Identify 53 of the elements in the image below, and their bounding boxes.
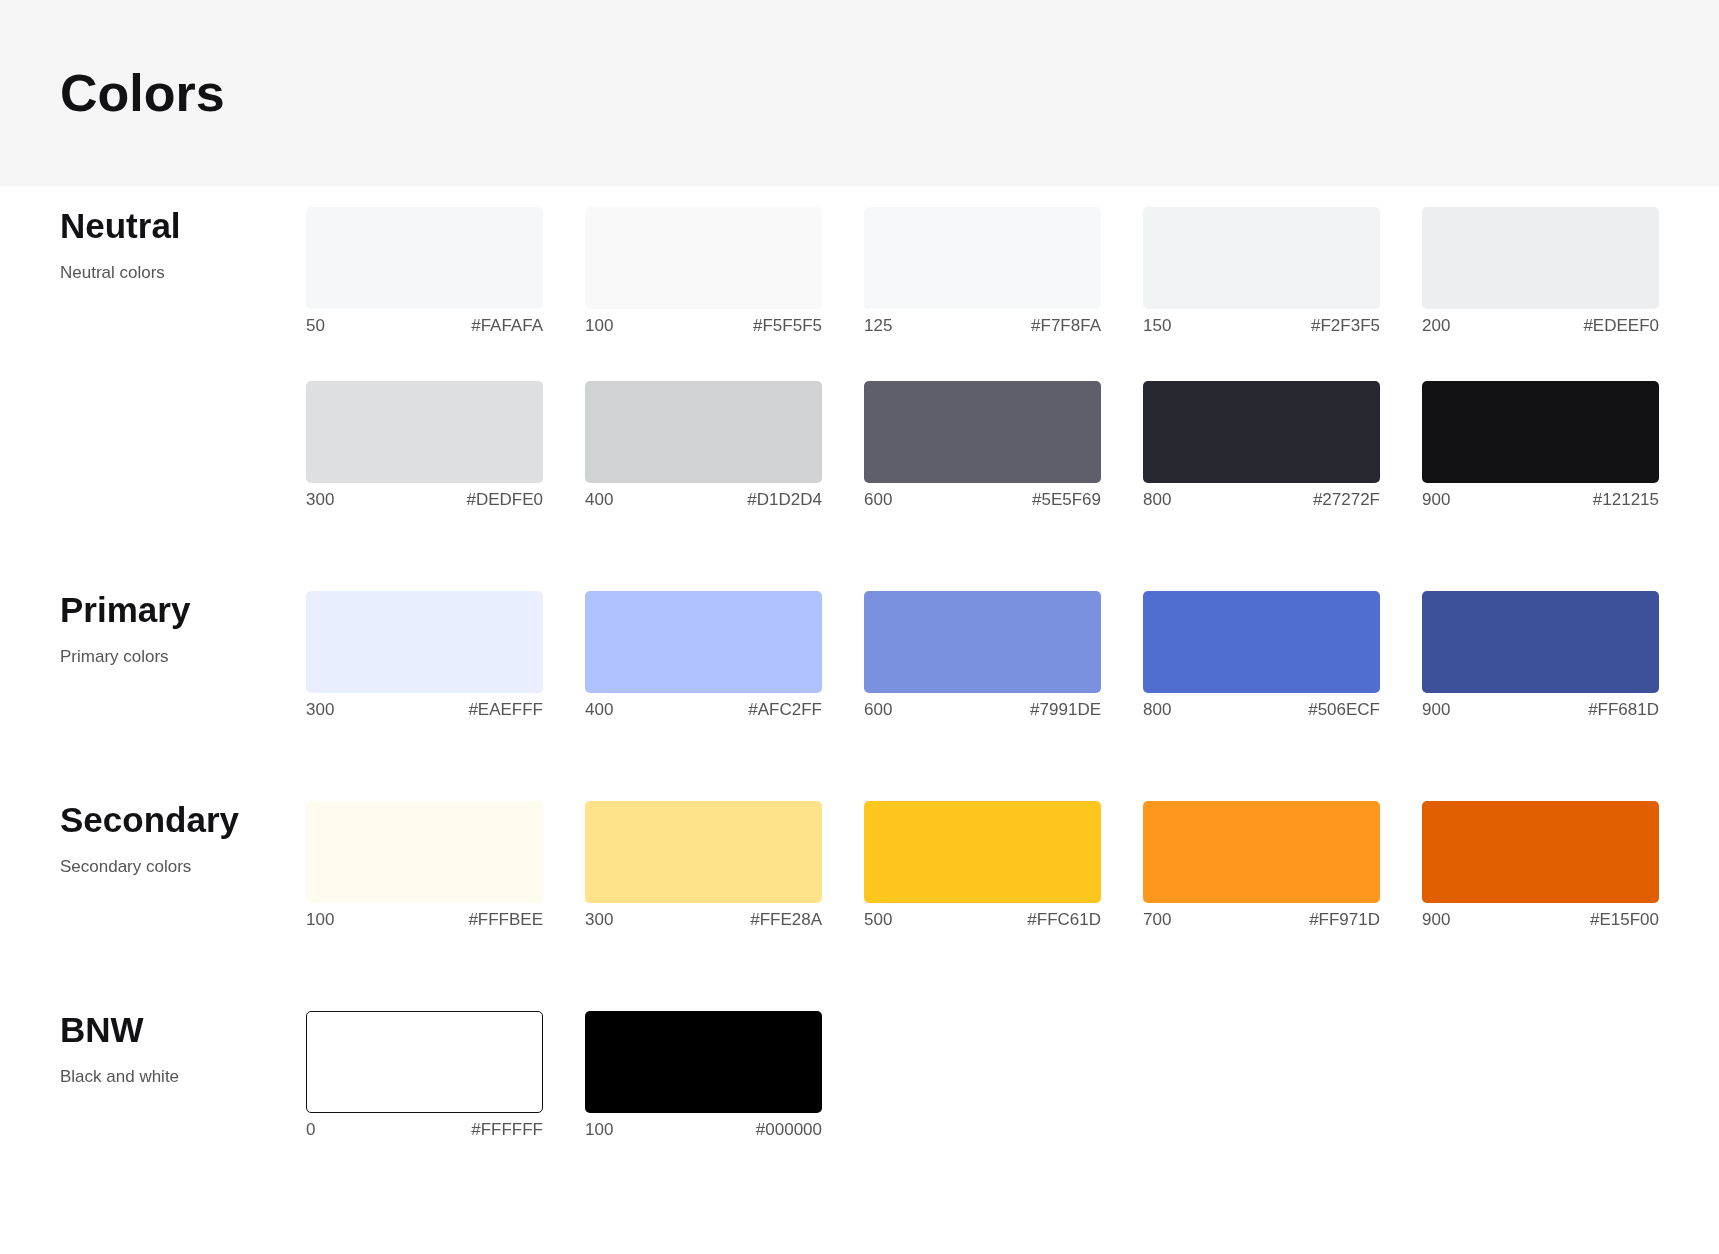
- hex-code: #FFFFFF: [471, 1119, 543, 1142]
- shade-label: 800: [1143, 699, 1172, 722]
- shade-label: 100: [306, 909, 335, 932]
- hex-code: #F7F8FA: [1031, 315, 1101, 337]
- section-subtitle: Neutral colors: [60, 261, 166, 284]
- hex-code: #F5F5F5: [753, 315, 822, 337]
- shade-label: 900: [1422, 699, 1451, 722]
- hex-code: #DEDFE0: [466, 489, 543, 512]
- shade-label: 600: [864, 489, 893, 512]
- hex-code: #E15F00: [1590, 909, 1659, 932]
- shade-label: 200: [1422, 315, 1451, 337]
- section-title: Neutral: [60, 207, 182, 246]
- hex-code: #7991DE: [1030, 699, 1101, 722]
- shade-label: 150: [1143, 315, 1172, 337]
- shade-label: 100: [585, 315, 614, 337]
- shade-label: 500: [864, 909, 893, 932]
- hex-code: #F2F3F5: [1311, 315, 1380, 337]
- shade-label: 600: [864, 699, 893, 722]
- shade-label: 300: [306, 699, 335, 722]
- hex-code: #121215: [1592, 489, 1659, 512]
- hex-code: #FFC61D: [1027, 909, 1101, 932]
- shade-label: 400: [585, 489, 614, 512]
- page-title: Colors: [60, 62, 225, 124]
- hex-code: #EDEEF0: [1583, 315, 1659, 337]
- hex-code: #FF971D: [1309, 909, 1380, 932]
- shade-label: 0: [306, 1119, 316, 1142]
- hex-code: #000000: [755, 1119, 822, 1142]
- hex-code: #FFE28A: [750, 909, 822, 932]
- section-title: BNW: [60, 1011, 145, 1050]
- shade-label: 900: [1422, 909, 1451, 932]
- shade-label: 125: [864, 315, 893, 337]
- shade-label: 700: [1143, 909, 1172, 932]
- shade-label: 800: [1143, 489, 1172, 512]
- hex-code: #AFC2FF: [748, 699, 822, 722]
- section-subtitle: Primary colors: [60, 645, 170, 668]
- hex-code: #FFFBEE: [468, 909, 543, 932]
- shade-label: 100: [585, 1119, 614, 1142]
- shade-label: 300: [585, 909, 614, 932]
- hex-code: #506ECF: [1308, 699, 1380, 722]
- shade-label: 300: [306, 489, 335, 512]
- section-subtitle: Black and white: [60, 1065, 181, 1088]
- shade-label: 50: [306, 315, 325, 337]
- section-title: Primary: [60, 591, 192, 630]
- hex-code: #D1D2D4: [747, 489, 822, 512]
- shade-label: 900: [1422, 489, 1451, 512]
- shade-label: 400: [585, 699, 614, 722]
- hex-code: #EAEFFF: [468, 699, 543, 722]
- section-title: Secondary: [60, 801, 240, 840]
- hex-code: #FAFAFA: [471, 315, 543, 337]
- hex-code: #27272F: [1312, 489, 1380, 512]
- section-subtitle: Secondary colors: [60, 855, 193, 878]
- hex-code: #FF681D: [1588, 699, 1659, 722]
- hex-code: #5E5F69: [1032, 489, 1101, 512]
